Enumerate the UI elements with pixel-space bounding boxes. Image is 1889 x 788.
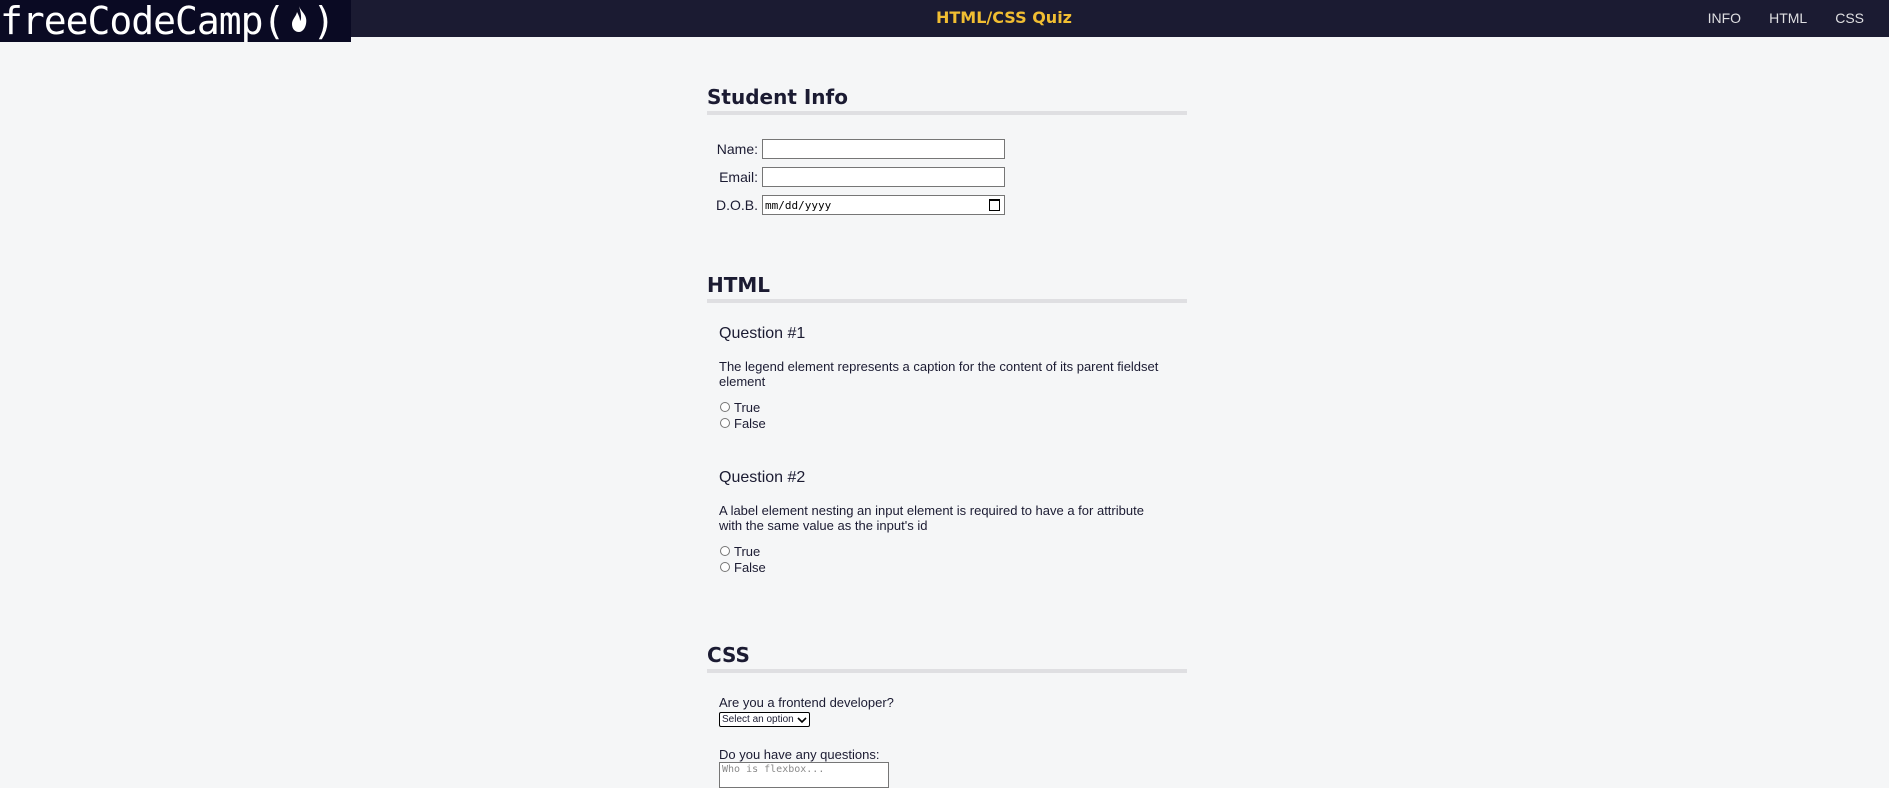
question-1-text: The legend element represents a caption … <box>719 359 1159 389</box>
radio-button[interactable] <box>720 562 730 572</box>
css-questions: Are you a frontend developer? Select an … <box>719 695 1187 788</box>
email-label: Email: <box>719 169 758 185</box>
q2-option-false[interactable]: False <box>719 559 1187 575</box>
nav-links: INFO HTML CSS <box>1708 10 1889 26</box>
question-2-text: A label element nesting an input element… <box>719 503 1144 533</box>
email-input[interactable] <box>762 167 1005 187</box>
student-info-heading: Student Info <box>707 85 1187 115</box>
q2-option-true[interactable]: True <box>719 543 1187 559</box>
calendar-icon[interactable] <box>989 199 1000 211</box>
select-value: Select an option <box>722 714 794 725</box>
css-heading: CSS <box>707 643 1187 673</box>
chevron-down-icon <box>797 716 807 723</box>
radio-button[interactable] <box>720 402 730 412</box>
question-2: Question #2 A label element nesting an i… <box>719 469 1187 575</box>
q1-option-false[interactable]: False <box>719 415 1187 431</box>
radio-button[interactable] <box>720 418 730 428</box>
html-heading: HTML <box>707 273 1187 303</box>
name-input[interactable] <box>762 139 1005 159</box>
dob-label: D.O.B. <box>715 197 758 213</box>
questions-label: Do you have any questions: <box>719 747 880 762</box>
frontend-question-label: Are you a frontend developer? <box>719 695 894 710</box>
dob-input[interactable]: mm/dd/yyyy <box>762 195 1005 215</box>
nav-link-html[interactable]: HTML <box>1769 10 1807 26</box>
option-label: True <box>734 543 761 559</box>
radio-button[interactable] <box>720 546 730 556</box>
nav-link-css[interactable]: CSS <box>1835 10 1864 26</box>
top-navbar: freeCodeCamp( ) HTML/CSS Quiz INFO HTML … <box>0 0 1889 42</box>
option-label: False <box>734 559 766 575</box>
question-2-title: Question #2 <box>719 469 806 486</box>
student-info-fields: Name: Email: D.O.B. mm/dd/yyyy <box>707 139 1187 215</box>
css-section: CSS Are you a frontend developer? Select… <box>707 643 1187 788</box>
frontend-select[interactable]: Select an option <box>719 712 810 727</box>
option-label: True <box>734 399 761 415</box>
name-label: Name: <box>716 141 758 157</box>
question-1: Question #1 The legend element represent… <box>719 325 1187 431</box>
questions-textarea[interactable]: Who is flexbox... <box>719 762 889 788</box>
html-section: HTML Question #1 The legend element repr… <box>707 273 1187 575</box>
page-title: HTML/CSS Quiz <box>936 8 1072 27</box>
nav-link-info[interactable]: INFO <box>1708 10 1741 26</box>
quiz-form: Student Info Name: Email: D.O.B. mm/dd/y… <box>707 85 1187 788</box>
option-label: False <box>734 415 766 431</box>
textarea-placeholder: Who is flexbox... <box>722 764 825 775</box>
question-1-title: Question #1 <box>719 325 806 342</box>
q1-option-true[interactable]: True <box>719 399 1187 415</box>
student-info-section: Student Info Name: Email: D.O.B. mm/dd/y… <box>707 85 1187 215</box>
dob-placeholder: mm/dd/yyyy <box>765 198 832 212</box>
